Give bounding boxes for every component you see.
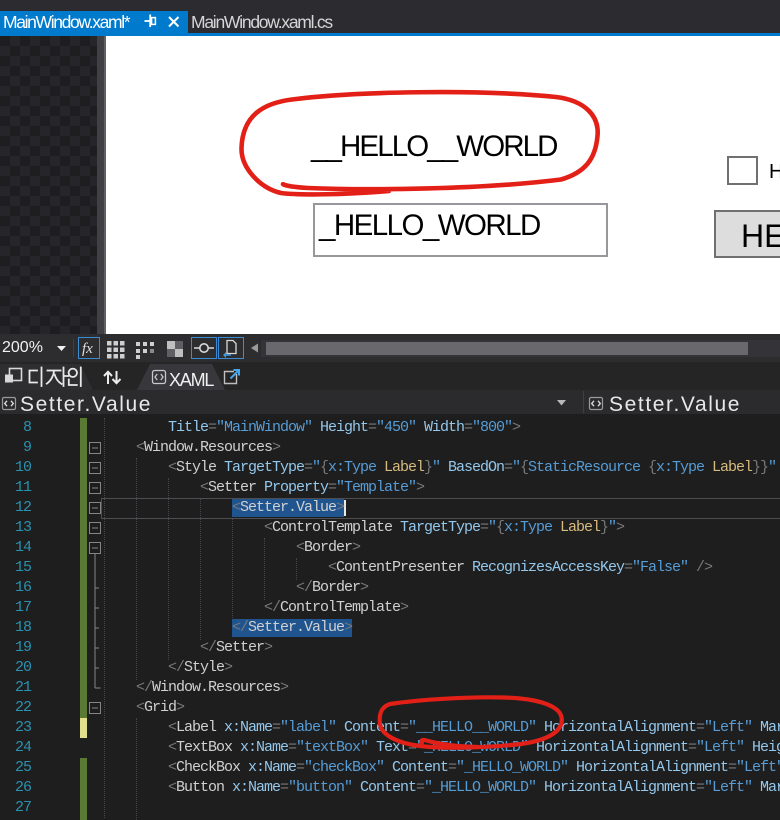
svg-text:fx: fx bbox=[82, 341, 93, 357]
